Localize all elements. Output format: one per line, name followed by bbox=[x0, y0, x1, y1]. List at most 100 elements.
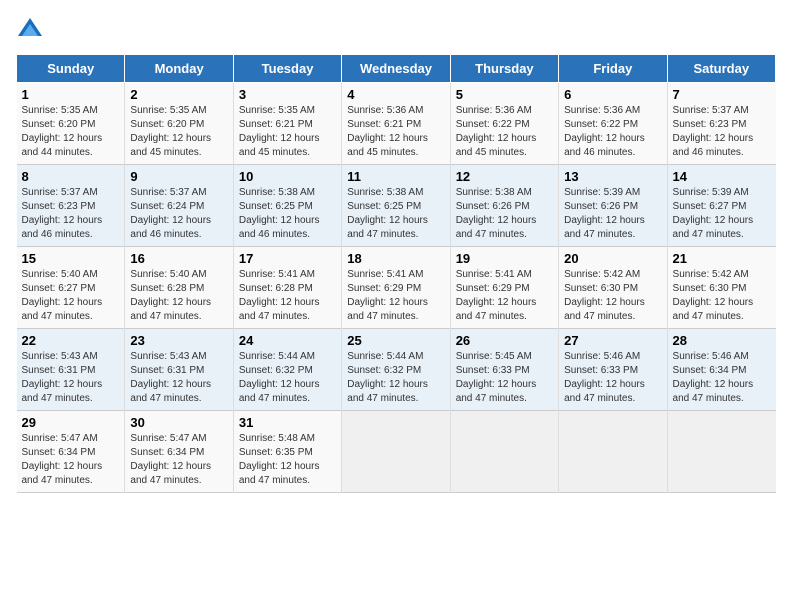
day-number: 15 bbox=[22, 251, 120, 266]
calendar-cell: 18 Sunrise: 5:41 AM Sunset: 6:29 PM Dayli… bbox=[342, 247, 450, 329]
day-info: Sunrise: 5:37 AM Sunset: 6:23 PM Dayligh… bbox=[22, 186, 120, 242]
header-cell-tuesday: Tuesday bbox=[233, 55, 341, 83]
day-number: 8 bbox=[22, 169, 120, 184]
day-info: Sunrise: 5:46 AM Sunset: 6:34 PM Dayligh… bbox=[673, 350, 771, 406]
logo bbox=[16, 16, 48, 44]
calendar-cell: 23Sunrise: 5:43 AM Sunset: 6:31 PM Dayli… bbox=[125, 329, 233, 411]
calendar-cell: 31 Sunrise: 5:48 AM Sunset: 6:35 PM Dayli… bbox=[233, 411, 341, 493]
day-number: 7 bbox=[673, 87, 771, 102]
calendar-cell bbox=[450, 411, 558, 493]
day-info: Sunrise: 5:47 AM Sunset: 6:34 PM Dayligh… bbox=[22, 432, 120, 488]
calendar-cell: 26Sunrise: 5:45 AM Sunset: 6:33 PM Dayli… bbox=[450, 329, 558, 411]
header-cell-saturday: Saturday bbox=[667, 55, 775, 83]
header-cell-sunday: Sunday bbox=[17, 55, 125, 83]
calendar-cell bbox=[559, 411, 667, 493]
calendar-cell: 11 Sunrise: 5:38 AM Sunset: 6:25 PM Dayli… bbox=[342, 165, 450, 247]
calendar-cell: 24Sunrise: 5:44 AM Sunset: 6:32 PM Dayli… bbox=[233, 329, 341, 411]
calendar-cell: 7 Sunrise: 5:37 AM Sunset: 6:23 PM Daylig… bbox=[667, 83, 775, 165]
day-info: Sunrise: 5:38 AM Sunset: 6:25 PM Dayligh… bbox=[347, 186, 444, 242]
day-info: Sunrise: 5:37 AM Sunset: 6:23 PM Dayligh… bbox=[673, 104, 771, 160]
day-info: Sunrise: 5:37 AM Sunset: 6:24 PM Dayligh… bbox=[130, 186, 227, 242]
day-number: 22 bbox=[22, 333, 120, 348]
day-number: 18 bbox=[347, 251, 444, 266]
day-info: Sunrise: 5:40 AM Sunset: 6:28 PM Dayligh… bbox=[130, 268, 227, 324]
calendar-cell: 15Sunrise: 5:40 AM Sunset: 6:27 PM Dayli… bbox=[17, 247, 125, 329]
day-info: Sunrise: 5:42 AM Sunset: 6:30 PM Dayligh… bbox=[673, 268, 771, 324]
calendar-cell: 29Sunrise: 5:47 AM Sunset: 6:34 PM Dayli… bbox=[17, 411, 125, 493]
day-number: 12 bbox=[456, 169, 553, 184]
calendar-cell: 17 Sunrise: 5:41 AM Sunset: 6:28 PM Dayli… bbox=[233, 247, 341, 329]
day-number: 1 bbox=[22, 87, 120, 102]
week-row-3: 15Sunrise: 5:40 AM Sunset: 6:27 PM Dayli… bbox=[17, 247, 776, 329]
day-info: Sunrise: 5:44 AM Sunset: 6:32 PM Dayligh… bbox=[239, 350, 336, 406]
calendar-cell: 12 Sunrise: 5:38 AM Sunset: 6:26 PM Dayli… bbox=[450, 165, 558, 247]
day-number: 20 bbox=[564, 251, 661, 266]
header bbox=[16, 16, 776, 44]
day-info: Sunrise: 5:35 AM Sunset: 6:20 PM Dayligh… bbox=[22, 104, 120, 160]
header-cell-friday: Friday bbox=[559, 55, 667, 83]
week-row-4: 22 Sunrise: 5:43 AM Sunset: 6:31 PM Dayli… bbox=[17, 329, 776, 411]
day-info: Sunrise: 5:38 AM Sunset: 6:25 PM Dayligh… bbox=[239, 186, 336, 242]
calendar-cell: 25 Sunrise: 5:44 AM Sunset: 6:32 PM Dayli… bbox=[342, 329, 450, 411]
day-info: Sunrise: 5:44 AM Sunset: 6:32 PM Dayligh… bbox=[347, 350, 444, 406]
day-info: Sunrise: 5:41 AM Sunset: 6:28 PM Dayligh… bbox=[239, 268, 336, 324]
day-number: 25 bbox=[347, 333, 444, 348]
day-info: Sunrise: 5:38 AM Sunset: 6:26 PM Dayligh… bbox=[456, 186, 553, 242]
day-info: Sunrise: 5:42 AM Sunset: 6:30 PM Dayligh… bbox=[564, 268, 661, 324]
day-number: 27 bbox=[564, 333, 661, 348]
calendar-cell: 9Sunrise: 5:37 AM Sunset: 6:24 PM Daylig… bbox=[125, 165, 233, 247]
calendar-header-row: SundayMondayTuesdayWednesdayThursdayFrid… bbox=[17, 55, 776, 83]
day-info: Sunrise: 5:35 AM Sunset: 6:20 PM Dayligh… bbox=[130, 104, 227, 160]
day-number: 11 bbox=[347, 169, 444, 184]
calendar-cell: 19 Sunrise: 5:41 AM Sunset: 6:29 PM Dayli… bbox=[450, 247, 558, 329]
calendar-cell: 8 Sunrise: 5:37 AM Sunset: 6:23 PM Daylig… bbox=[17, 165, 125, 247]
calendar-cell: 10 Sunrise: 5:38 AM Sunset: 6:25 PM Dayli… bbox=[233, 165, 341, 247]
day-info: Sunrise: 5:36 AM Sunset: 6:22 PM Dayligh… bbox=[456, 104, 553, 160]
day-info: Sunrise: 5:41 AM Sunset: 6:29 PM Dayligh… bbox=[456, 268, 553, 324]
day-number: 3 bbox=[239, 87, 336, 102]
day-number: 26 bbox=[456, 333, 553, 348]
week-row-5: 29Sunrise: 5:47 AM Sunset: 6:34 PM Dayli… bbox=[17, 411, 776, 493]
calendar-cell: 1 Sunrise: 5:35 AM Sunset: 6:20 PM Daylig… bbox=[17, 83, 125, 165]
calendar-cell: 20 Sunrise: 5:42 AM Sunset: 6:30 PM Dayli… bbox=[559, 247, 667, 329]
calendar-cell: 5 Sunrise: 5:36 AM Sunset: 6:22 PM Daylig… bbox=[450, 83, 558, 165]
calendar-cell: 27 Sunrise: 5:46 AM Sunset: 6:33 PM Dayli… bbox=[559, 329, 667, 411]
day-number: 21 bbox=[673, 251, 771, 266]
day-number: 10 bbox=[239, 169, 336, 184]
day-number: 17 bbox=[239, 251, 336, 266]
logo-icon bbox=[16, 16, 44, 44]
day-info: Sunrise: 5:43 AM Sunset: 6:31 PM Dayligh… bbox=[22, 350, 120, 406]
day-info: Sunrise: 5:41 AM Sunset: 6:29 PM Dayligh… bbox=[347, 268, 444, 324]
day-number: 28 bbox=[673, 333, 771, 348]
calendar-cell: 22 Sunrise: 5:43 AM Sunset: 6:31 PM Dayli… bbox=[17, 329, 125, 411]
day-number: 13 bbox=[564, 169, 661, 184]
day-number: 31 bbox=[239, 415, 336, 430]
header-cell-monday: Monday bbox=[125, 55, 233, 83]
calendar-cell: 4Sunrise: 5:36 AM Sunset: 6:21 PM Daylig… bbox=[342, 83, 450, 165]
header-cell-thursday: Thursday bbox=[450, 55, 558, 83]
day-number: 6 bbox=[564, 87, 661, 102]
day-number: 19 bbox=[456, 251, 553, 266]
calendar-cell: 16 Sunrise: 5:40 AM Sunset: 6:28 PM Dayli… bbox=[125, 247, 233, 329]
calendar-cell: 30Sunrise: 5:47 AM Sunset: 6:34 PM Dayli… bbox=[125, 411, 233, 493]
calendar-cell: 3 Sunrise: 5:35 AM Sunset: 6:21 PM Daylig… bbox=[233, 83, 341, 165]
day-info: Sunrise: 5:46 AM Sunset: 6:33 PM Dayligh… bbox=[564, 350, 661, 406]
day-info: Sunrise: 5:48 AM Sunset: 6:35 PM Dayligh… bbox=[239, 432, 336, 488]
calendar-cell: 2 Sunrise: 5:35 AM Sunset: 6:20 PM Daylig… bbox=[125, 83, 233, 165]
day-info: Sunrise: 5:39 AM Sunset: 6:27 PM Dayligh… bbox=[673, 186, 771, 242]
day-info: Sunrise: 5:35 AM Sunset: 6:21 PM Dayligh… bbox=[239, 104, 336, 160]
calendar-cell: 28 Sunrise: 5:46 AM Sunset: 6:34 PM Dayli… bbox=[667, 329, 775, 411]
calendar-cell: 14 Sunrise: 5:39 AM Sunset: 6:27 PM Dayli… bbox=[667, 165, 775, 247]
day-number: 14 bbox=[673, 169, 771, 184]
header-cell-wednesday: Wednesday bbox=[342, 55, 450, 83]
calendar-cell: 13 Sunrise: 5:39 AM Sunset: 6:26 PM Dayli… bbox=[559, 165, 667, 247]
day-info: Sunrise: 5:47 AM Sunset: 6:34 PM Dayligh… bbox=[130, 432, 227, 488]
day-number: 5 bbox=[456, 87, 553, 102]
calendar-cell bbox=[667, 411, 775, 493]
calendar-cell: 21 Sunrise: 5:42 AM Sunset: 6:30 PM Dayli… bbox=[667, 247, 775, 329]
day-info: Sunrise: 5:36 AM Sunset: 6:22 PM Dayligh… bbox=[564, 104, 661, 160]
day-info: Sunrise: 5:39 AM Sunset: 6:26 PM Dayligh… bbox=[564, 186, 661, 242]
week-row-1: 1 Sunrise: 5:35 AM Sunset: 6:20 PM Daylig… bbox=[17, 83, 776, 165]
day-number: 16 bbox=[130, 251, 227, 266]
day-number: 2 bbox=[130, 87, 227, 102]
